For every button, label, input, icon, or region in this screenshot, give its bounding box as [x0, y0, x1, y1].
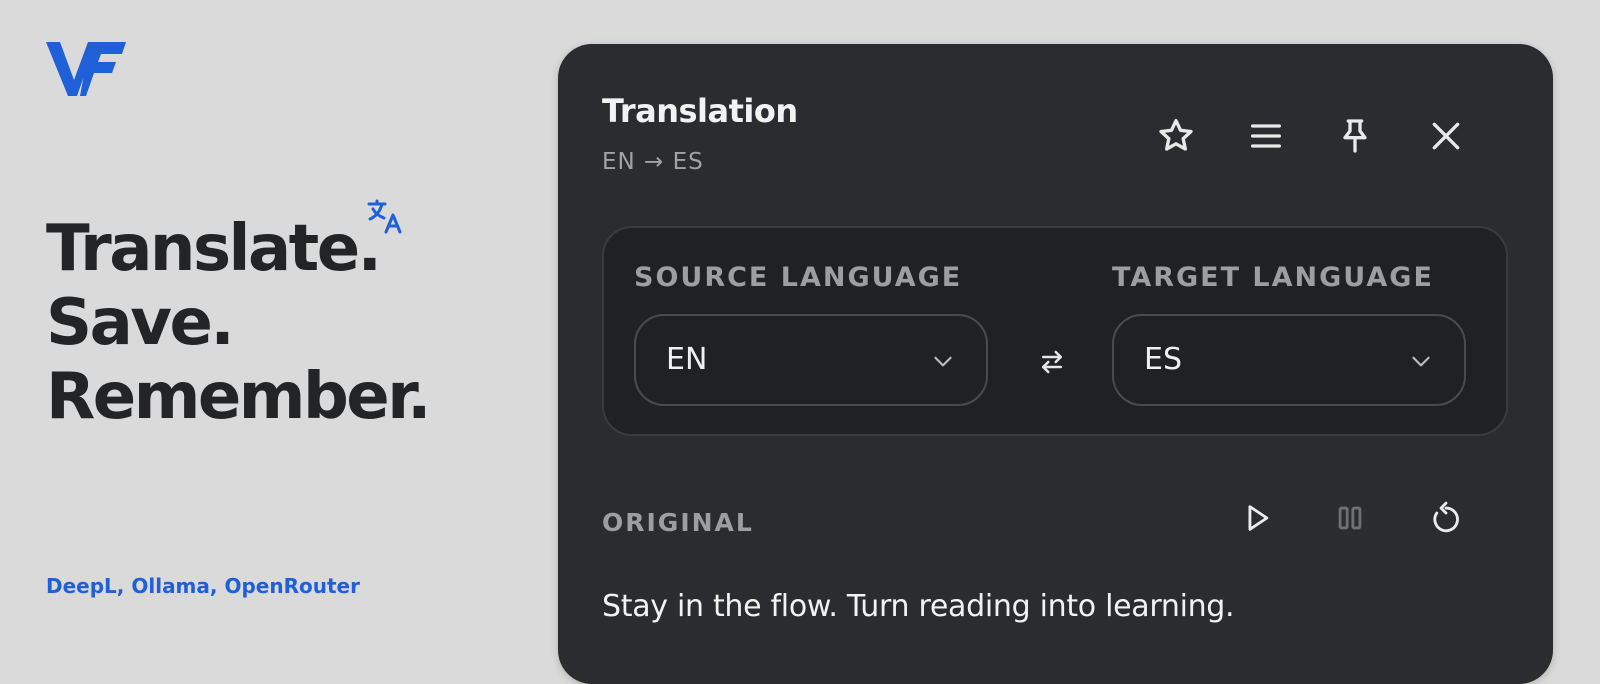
- headline-line-2: Save.: [46, 286, 235, 360]
- language-pair-label: EN → ES: [602, 149, 704, 175]
- providers-list: DeepL, Ollama, OpenRouter: [46, 574, 360, 598]
- translate-icon: [366, 198, 404, 236]
- menu-button[interactable]: [1244, 114, 1288, 158]
- source-language-value: EN: [666, 342, 708, 377]
- favorite-button[interactable]: [1154, 114, 1198, 158]
- replay-icon: [1433, 501, 1459, 533]
- play-icon: [1248, 505, 1269, 531]
- play-button[interactable]: [1235, 496, 1279, 540]
- promo-section: Translate. Save. Remember. DeepL, Ollama…: [46, 0, 526, 640]
- original-text: Stay in the flow. Turn reading into lear…: [602, 589, 1235, 624]
- target-language-value: ES: [1144, 342, 1182, 377]
- source-language-label: SOURCE LANGUAGE: [634, 262, 963, 293]
- translation-panel: Translation EN → ES SOURCE LANGUAGE EN T…: [558, 44, 1553, 684]
- panel-title: Translation: [602, 92, 798, 130]
- target-language-label: TARGET LANGUAGE: [1112, 262, 1434, 293]
- target-language-select[interactable]: ES: [1112, 314, 1466, 406]
- source-language-select[interactable]: EN: [634, 314, 988, 406]
- close-icon: [1432, 122, 1460, 150]
- pin-button[interactable]: [1333, 114, 1377, 158]
- chevron-down-icon: [1408, 348, 1434, 374]
- headline-line-3: Remember.: [46, 360, 431, 434]
- pause-icon: [1338, 506, 1362, 530]
- pin-icon: [1343, 119, 1367, 153]
- headline: Translate. Save. Remember.: [46, 212, 431, 434]
- swap-icon: [1042, 350, 1062, 374]
- vf-logo-icon: [46, 40, 126, 100]
- pause-button[interactable]: [1328, 496, 1372, 540]
- star-icon: [1159, 119, 1193, 151]
- menu-icon: [1251, 124, 1281, 148]
- original-section-label: ORIGINAL: [602, 508, 754, 537]
- chevron-down-icon: [930, 348, 956, 374]
- close-button[interactable]: [1424, 114, 1468, 158]
- language-selector: SOURCE LANGUAGE EN TARGET LANGUAGE ES: [602, 226, 1508, 436]
- replay-button[interactable]: [1424, 496, 1468, 540]
- swap-languages-button[interactable]: [1030, 340, 1074, 384]
